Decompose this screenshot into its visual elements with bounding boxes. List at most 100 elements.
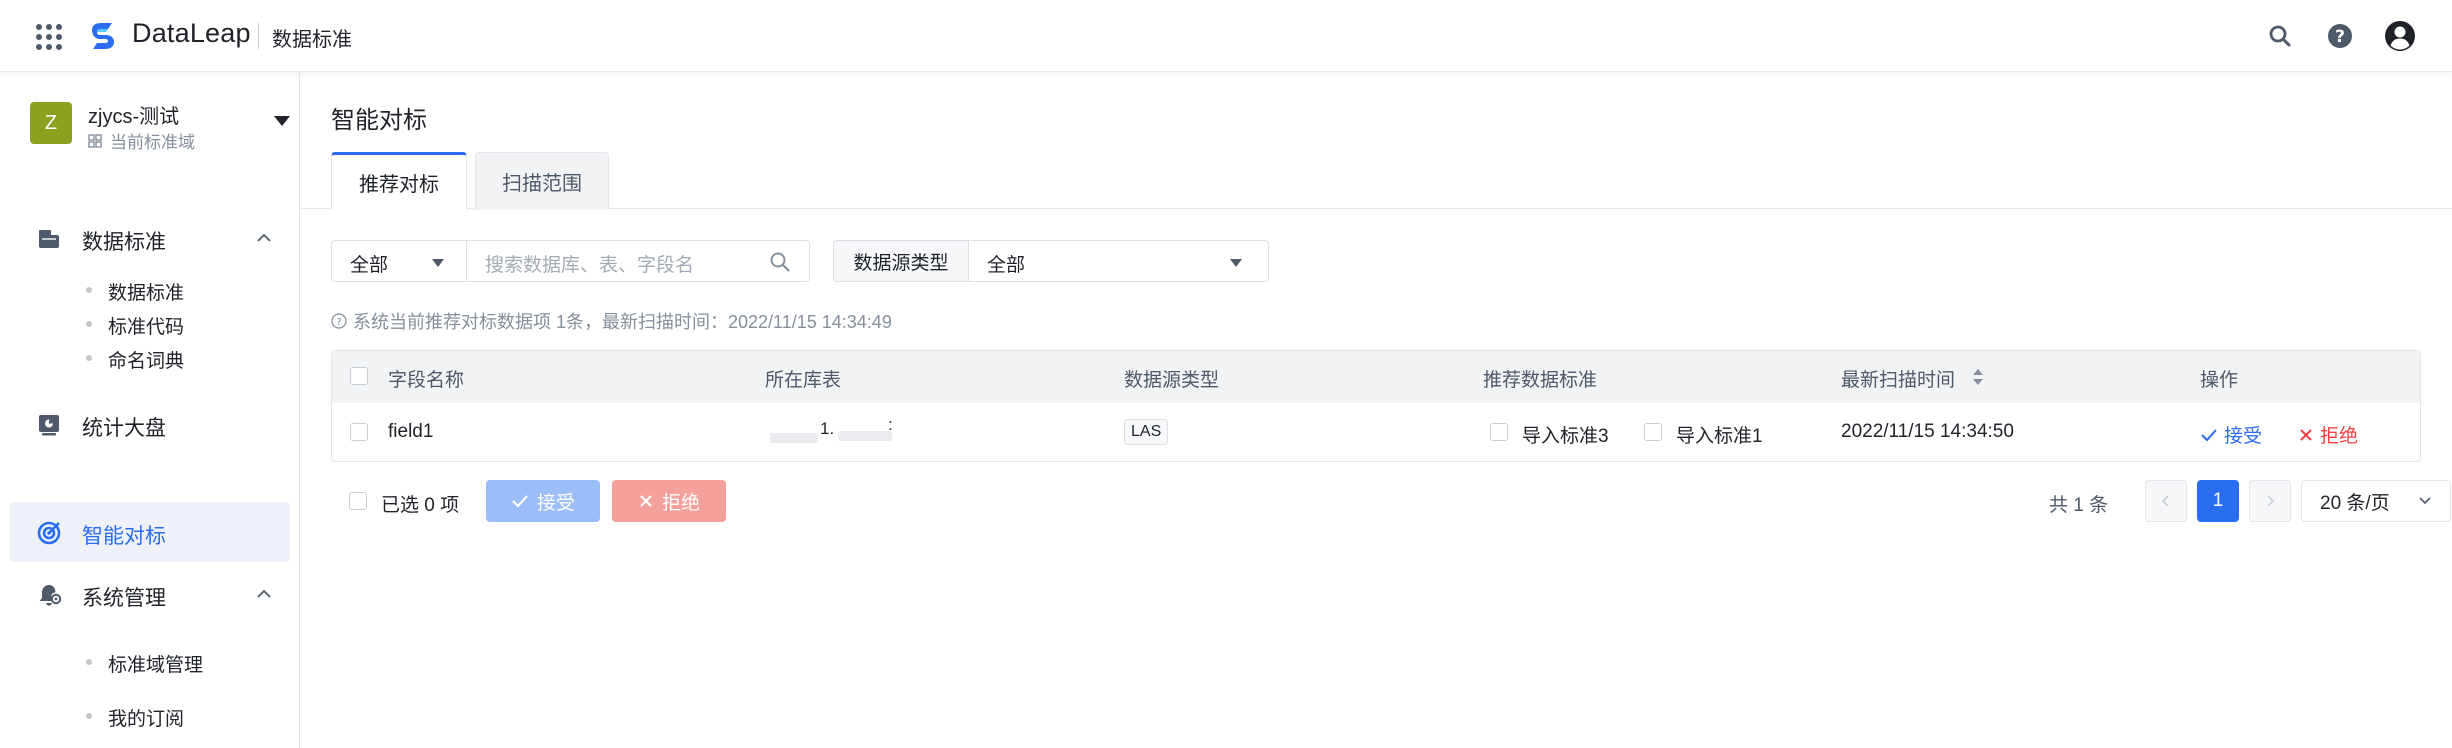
table-location-partial: 1. xyxy=(820,419,835,438)
batch-reject-label: 拒绝 xyxy=(661,492,700,514)
search-placeholder: 搜索数据库、表、字段名 xyxy=(485,255,695,276)
accept-action[interactable]: 接受 xyxy=(2200,421,2262,448)
page-size-value: 20 条/页 xyxy=(2320,492,2390,514)
masked-text xyxy=(770,433,818,443)
sidebar: Z zjycs-测试 当前标准域 数据标准 数据标准 标准代码 命名词典 统计大… xyxy=(0,72,300,748)
select-all-footer-checkbox[interactable] xyxy=(349,492,367,510)
total-count: 共 1 条 xyxy=(2049,495,2109,516)
nav-group-label: 数据标准 xyxy=(82,231,166,254)
brand-name[interactable]: DataLeap xyxy=(132,18,251,49)
tab-scan-scope[interactable]: 扫描范围 xyxy=(475,152,609,210)
prev-page-button[interactable] xyxy=(2145,480,2187,522)
target-icon xyxy=(37,521,61,545)
brand-divider xyxy=(258,23,259,49)
table-row: field1 1. : LAS 导入标准3 导入标准1 2022/11/15 1… xyxy=(332,403,2420,461)
chevron-left-icon xyxy=(2161,495,2169,507)
nav-group-system-management[interactable]: 系统管理 xyxy=(0,564,300,624)
column-header-scan-time[interactable]: 最新扫描时间 xyxy=(1841,365,1955,392)
reject-action-label: 拒绝 xyxy=(2320,426,2359,447)
search-icon[interactable] xyxy=(2264,20,2296,52)
chevron-right-icon xyxy=(2267,495,2275,507)
search-input[interactable]: 搜索数据库、表、字段名 xyxy=(466,240,810,282)
domain-switcher[interactable]: Z zjycs-测试 当前标准域 xyxy=(30,100,290,160)
sidebar-item-my-subscriptions[interactable]: 我的订阅 xyxy=(0,692,300,740)
help-icon[interactable]: ? xyxy=(2324,20,2356,52)
scan-time: 2022/11/15 14:34:50 xyxy=(1841,421,2014,442)
column-header-actions: 操作 xyxy=(2200,370,2239,391)
sidebar-item-label: 我的订阅 xyxy=(108,709,185,730)
next-page-button[interactable] xyxy=(2249,480,2291,522)
table-footer: 已选 0 项 接受 拒绝 共 1 条 1 20 条/页 xyxy=(331,480,2451,524)
tab-divider xyxy=(301,208,2452,209)
masked-text xyxy=(838,431,892,441)
scope-select[interactable]: 全部 xyxy=(331,240,467,282)
recommended-standard: 导入标准3 xyxy=(1522,426,1609,447)
scope-select-value: 全部 xyxy=(350,255,389,276)
bullet-icon xyxy=(86,713,92,719)
page-title: 智能对标 xyxy=(331,107,427,134)
close-icon xyxy=(2300,428,2312,441)
accept-action-label: 接受 xyxy=(2224,426,2263,447)
field-name: field1 xyxy=(388,421,434,442)
dashboard-icon xyxy=(39,415,59,436)
scan-info-text: 系统当前推荐对标数据项 1条，最新扫描时间：2022/11/15 14:34:4… xyxy=(353,312,892,332)
nav-item-label: 智能对标 xyxy=(82,525,166,548)
domain-subtitle: 当前标准域 xyxy=(88,128,195,153)
caret-down-icon xyxy=(1230,259,1242,267)
datasource-type-label: 数据源类型 xyxy=(833,240,969,282)
sidebar-item-label: 标准域管理 xyxy=(108,655,204,676)
caret-down-icon[interactable] xyxy=(274,116,290,126)
standard-checkbox[interactable] xyxy=(1490,423,1508,441)
chevron-up-icon[interactable] xyxy=(256,586,272,602)
grid-small-icon xyxy=(88,133,102,148)
tab-recommended[interactable]: 推荐对标 xyxy=(331,152,467,210)
sidebar-item-label: 命名词典 xyxy=(108,351,185,372)
recommended-standard: 导入标准1 xyxy=(1676,426,1763,447)
datasource-type-select[interactable]: 全部 xyxy=(968,240,1269,282)
main-content: 智能对标 推荐对标 扫描范围 全部 搜索数据库、表、字段名 数据源类型 全部 ?… xyxy=(301,72,2452,748)
sort-icon[interactable] xyxy=(1972,367,1984,387)
page-size-select[interactable]: 20 条/页 xyxy=(2301,480,2451,522)
svg-text:?: ? xyxy=(2335,27,2345,47)
sidebar-item-domain-management[interactable]: 标准域管理 xyxy=(0,638,300,686)
table-header: 字段名称 所在库表 数据源类型 推荐数据标准 最新扫描时间 操作 xyxy=(332,351,2420,403)
question-circle-icon: ? xyxy=(331,313,347,329)
settings-bell-icon xyxy=(39,585,62,606)
column-header-table: 所在库表 xyxy=(765,370,842,391)
folder-icon xyxy=(39,230,59,248)
bullet-icon xyxy=(86,287,92,293)
nav-group-data-standard[interactable]: 数据标准 xyxy=(0,208,300,268)
search-icon[interactable] xyxy=(769,251,791,273)
page-number-current[interactable]: 1 xyxy=(2197,480,2239,522)
svg-text:?: ? xyxy=(336,317,341,328)
chevron-up-icon[interactable] xyxy=(256,230,272,246)
user-avatar-icon[interactable] xyxy=(2384,20,2416,52)
sidebar-item-naming-dictionary[interactable]: 命名词典 xyxy=(0,334,300,382)
datasource-type-value: 全部 xyxy=(987,255,1026,276)
standard-checkbox[interactable] xyxy=(1644,423,1662,441)
bullet-icon xyxy=(86,659,92,665)
nav-group-label: 系统管理 xyxy=(82,587,166,610)
reject-action[interactable]: 拒绝 xyxy=(2298,421,2358,448)
select-all-checkbox[interactable] xyxy=(350,367,368,385)
bullet-icon xyxy=(86,321,92,327)
nav-item-statistics-dashboard[interactable]: 统计大盘 xyxy=(0,394,300,454)
scan-info: ? 系统当前推荐对标数据项 1条，最新扫描时间：2022/11/15 14:34… xyxy=(331,308,892,334)
top-navigation-bar: DataLeap 数据标准 ? xyxy=(0,0,2452,72)
nav-item-smart-benchmark[interactable]: 智能对标 xyxy=(10,502,290,562)
batch-accept-label: 接受 xyxy=(536,492,575,514)
check-icon xyxy=(2201,428,2217,441)
domain-avatar: Z xyxy=(30,102,72,144)
batch-accept-button[interactable]: 接受 xyxy=(486,480,600,522)
nav-item-label: 统计大盘 xyxy=(82,417,166,440)
dataleap-logo xyxy=(92,23,114,49)
apps-grid-icon[interactable] xyxy=(36,24,62,50)
chevron-down-icon xyxy=(2419,497,2431,505)
check-icon xyxy=(512,495,528,508)
batch-reject-button[interactable]: 拒绝 xyxy=(612,480,726,522)
caret-down-icon xyxy=(432,259,444,267)
row-checkbox[interactable] xyxy=(350,423,368,441)
domain-name: zjycs-测试 xyxy=(88,106,180,128)
bullet-icon xyxy=(86,355,92,361)
domain-subtitle-text: 当前标准域 xyxy=(110,133,195,152)
